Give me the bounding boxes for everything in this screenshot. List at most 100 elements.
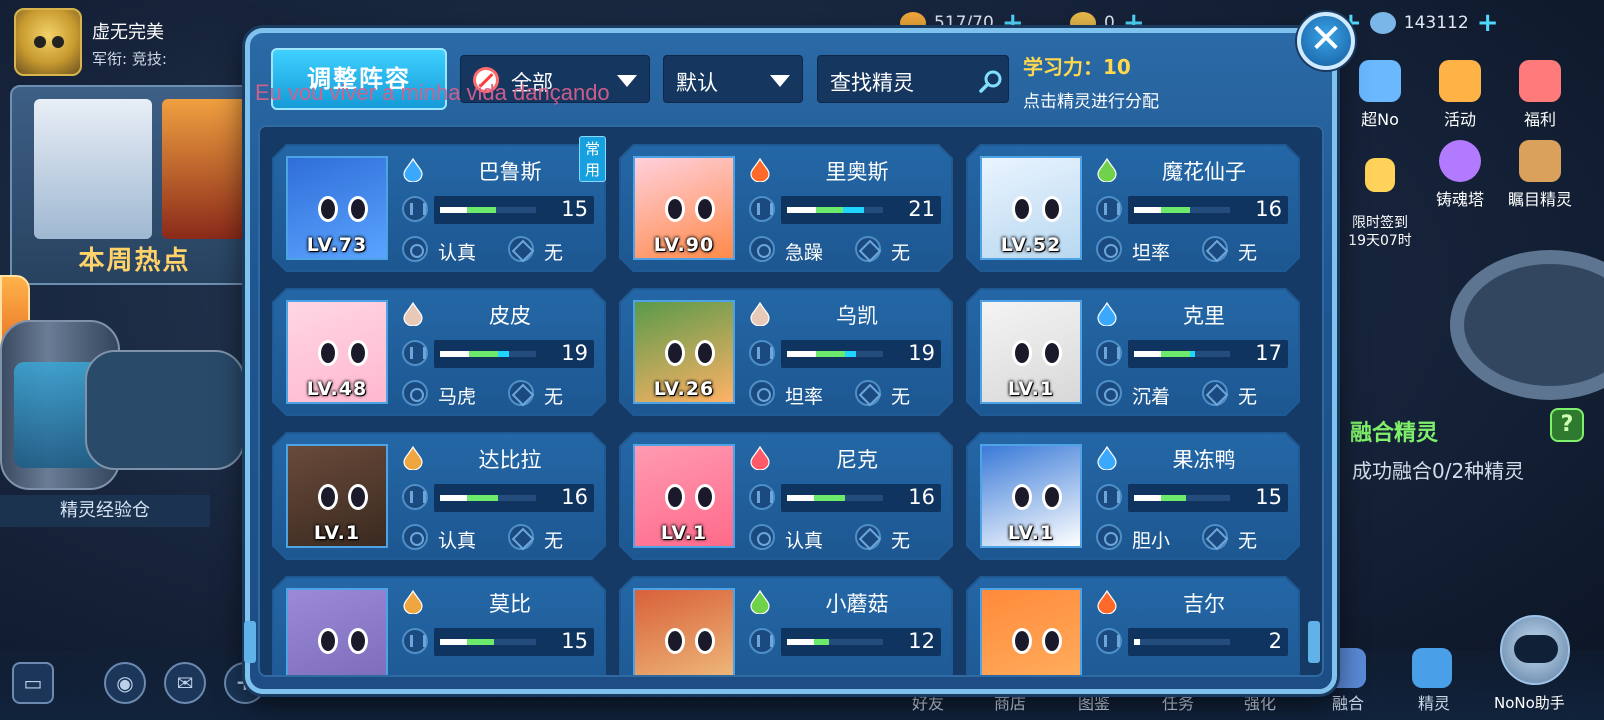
help-icon[interactable]: ?: [1550, 408, 1584, 442]
welfare-button[interactable]: 福利: [1500, 60, 1580, 130]
pet-ability: 无: [891, 242, 911, 264]
activity-label: 活动: [1443, 110, 1476, 129]
pet-portrait[interactable]: LV.1: [286, 444, 388, 548]
pet-portrait[interactable]: [286, 588, 388, 675]
stat-track: [440, 207, 536, 213]
stat-seg-white: [787, 495, 814, 501]
pet-portrait[interactable]: LV.1: [980, 444, 1082, 548]
stat-icon: [749, 484, 775, 510]
pet-portrait[interactable]: [633, 588, 735, 675]
right-scroll-tab[interactable]: [1308, 621, 1320, 663]
learning-power-tip: 点击精灵进行分配: [1023, 92, 1159, 112]
pet-card[interactable]: LV.52 魔花仙子 16 坦率 无: [966, 144, 1300, 272]
stat-seg-green: [815, 207, 843, 213]
portrait-eye-right: [1042, 196, 1062, 222]
pet-level: LV.26: [653, 378, 715, 400]
pet-list[interactable]: LV.73 巴鲁斯 15 认真无常用 LV.90 里奥斯 21 急躁无 LV.52 魔花仙子 16 坦…: [258, 125, 1324, 677]
stat-seg-green: [813, 495, 845, 501]
exp-warehouse-label[interactable]: 精灵经验仓: [0, 495, 210, 527]
team-adjust-modal: 调整阵容 全部 默认 查找精灵 学习力：10 点击精灵进行分配 LV.73 巴鲁斯…: [244, 28, 1337, 694]
resource-3b-plus-button[interactable]: +: [1477, 10, 1499, 36]
portrait-eye-right: [695, 484, 715, 510]
timed-signin-button[interactable]: 限时签到 19天07时: [1340, 140, 1420, 250]
pet-card[interactable]: LV.48 皮皮 19 马虎 无: [272, 288, 606, 416]
nav-fusion[interactable]: 融合: [1332, 690, 1364, 714]
stat-seg-green: [1160, 207, 1190, 213]
pet-card[interactable]: 小蘑菇 12: [619, 576, 953, 675]
soul-tower-button[interactable]: 铸魂塔: [1420, 140, 1500, 210]
pet-card[interactable]: LV.1 克里 17 沉着 无: [966, 288, 1300, 416]
pet-ability: 无: [544, 386, 564, 408]
stat-seg-green: [1160, 495, 1186, 501]
pet-search-input[interactable]: 查找精灵: [817, 55, 1009, 103]
stat-value: 19: [561, 341, 588, 365]
stat-seg-green: [466, 495, 498, 501]
pet-card[interactable]: LV.1 达比拉 16 认真 无: [272, 432, 606, 560]
portrait-eye-left: [318, 484, 338, 510]
eye-icon[interactable]: ◉: [104, 662, 146, 704]
pet-card[interactable]: LV.90 里奥斯 21 急躁 无: [619, 144, 953, 272]
stat-value: 17: [1255, 341, 1282, 365]
portrait-eye-left: [1012, 628, 1032, 654]
stat-seg-white: [787, 351, 816, 357]
left-scroll-tab[interactable]: [244, 621, 256, 663]
stat-track: [1134, 639, 1230, 645]
super-nono-button[interactable]: 超No: [1340, 60, 1420, 130]
pet-portrait[interactable]: LV.73: [286, 156, 388, 260]
stat-bar: 16: [781, 484, 941, 512]
nav-pets[interactable]: 精灵: [1418, 690, 1450, 714]
weekly-hot-label: 本周热点: [78, 246, 191, 276]
sort-dropdown[interactable]: 默认: [663, 55, 803, 103]
pet-card[interactable]: LV.1 尼克 16 认真 无: [619, 432, 953, 560]
stat-bar: 21: [781, 196, 941, 224]
pet-portrait[interactable]: LV.1: [980, 300, 1082, 404]
portrait-eye-left: [318, 340, 338, 366]
stat-bar: 15: [1128, 484, 1288, 512]
chat-icon[interactable]: ▭: [12, 662, 54, 704]
pet-level: LV.90: [653, 234, 715, 256]
portrait-eye-right: [348, 484, 368, 510]
pet-name: 皮皮: [489, 304, 531, 328]
stat-icon: [1096, 628, 1122, 654]
pet-icon[interactable]: [1412, 648, 1452, 688]
pet-portrait[interactable]: LV.26: [633, 300, 735, 404]
ground-element-icon: [403, 446, 423, 470]
pet-card[interactable]: 莫比 15: [272, 576, 606, 675]
stat-icon: [402, 484, 428, 510]
pet-card[interactable]: LV.26 乌凯 19 坦率 无: [619, 288, 953, 416]
stat-bar: 17: [1128, 340, 1288, 368]
pet-ability: 无: [891, 530, 911, 552]
chevron-down-icon: [617, 75, 637, 87]
stat-seg-green: [1160, 351, 1190, 357]
pet-name: 尼克: [836, 448, 878, 472]
weekly-hot-panel[interactable]: 本周热点: [10, 85, 255, 285]
search-icon[interactable]: [978, 68, 1004, 94]
featured-pet-button[interactable]: 瞩目精灵: [1500, 140, 1580, 210]
stat-value: 2: [1268, 629, 1282, 653]
learning-power: 学习力：10: [1023, 55, 1131, 79]
nono-assistant-icon[interactable]: [1500, 615, 1570, 685]
pet-level: LV.1: [1007, 522, 1055, 544]
pet-portrait[interactable]: [980, 588, 1082, 675]
player-avatar[interactable]: [14, 8, 82, 76]
close-button[interactable]: ✕: [1297, 12, 1355, 70]
stat-icon: [402, 340, 428, 366]
pet-portrait[interactable]: LV.90: [633, 156, 735, 260]
pet-card[interactable]: LV.1 果冻鸭 15 胆小 无: [966, 432, 1300, 560]
ability-icon: [1202, 524, 1228, 550]
pet-nature: 认真: [438, 530, 477, 552]
pet-name: 魔花仙子: [1162, 160, 1246, 184]
portrait-eye-left: [665, 196, 685, 222]
activity-button[interactable]: 活动: [1420, 60, 1500, 130]
mail-icon[interactable]: ✉: [164, 662, 206, 704]
nono-assistant-label[interactable]: NoNo助手: [1494, 692, 1565, 713]
stat-bar: 16: [434, 484, 594, 512]
planet-icon: [1369, 12, 1396, 34]
stat-value: 19: [908, 341, 935, 365]
pet-portrait[interactable]: LV.1: [633, 444, 735, 548]
stat-bar: 16: [1128, 196, 1288, 224]
pet-card[interactable]: 吉尔 2: [966, 576, 1300, 675]
pet-portrait[interactable]: LV.52: [980, 156, 1082, 260]
pet-card[interactable]: LV.73 巴鲁斯 15 认真 无 常用: [272, 136, 607, 272]
pet-portrait[interactable]: LV.48: [286, 300, 388, 404]
